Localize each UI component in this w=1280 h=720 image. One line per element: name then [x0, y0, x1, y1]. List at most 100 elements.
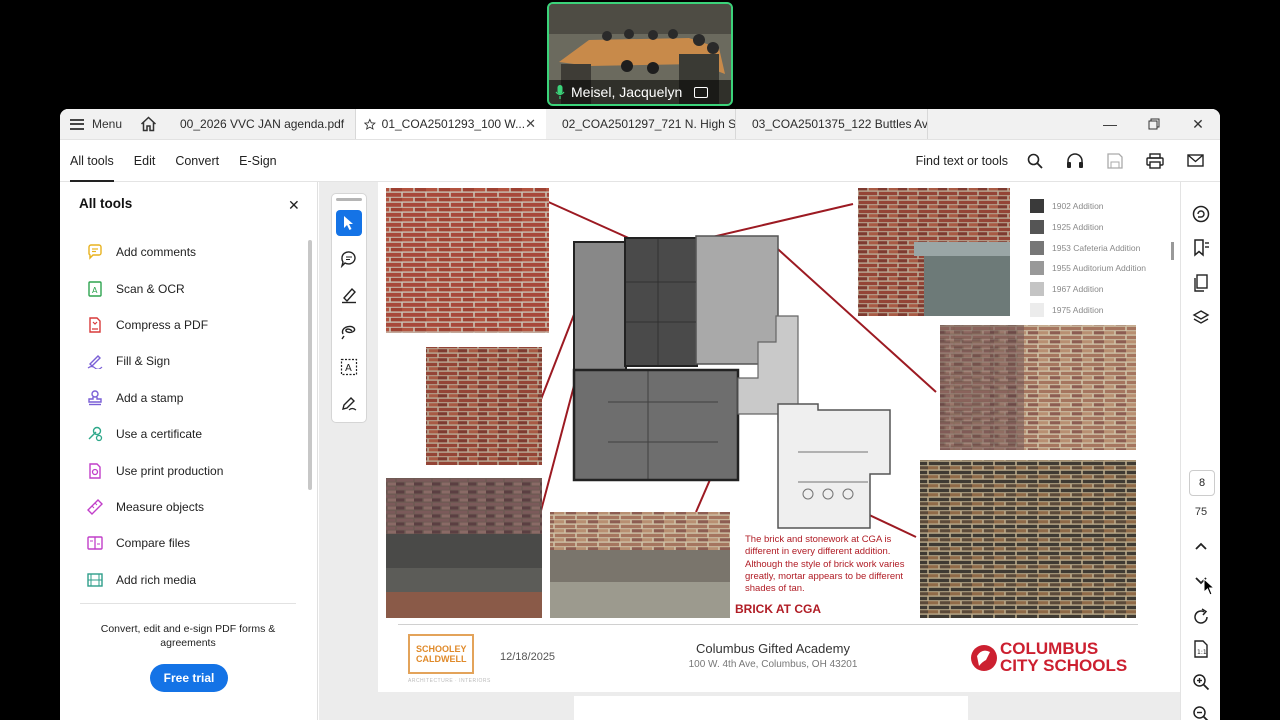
close-panel-icon[interactable]: ✕: [288, 197, 300, 214]
tool-compress-pdf[interactable]: Compress a PDF: [86, 307, 306, 343]
brick-photo-1902: [386, 188, 549, 333]
home-button[interactable]: [132, 109, 164, 139]
rich-media-icon: [86, 571, 104, 589]
find-text-button[interactable]: Find text or tools: [916, 154, 1008, 168]
toolbar-edit[interactable]: Edit: [124, 140, 166, 182]
text-box-icon: A: [340, 358, 358, 376]
stamp-icon: [86, 389, 104, 407]
minimize-icon[interactable]: —: [1088, 116, 1132, 132]
svg-text:A: A: [92, 286, 98, 295]
tab-close-icon[interactable]: ✕: [525, 116, 536, 132]
toolbar-esign[interactable]: E-Sign: [229, 140, 287, 182]
page-thumbnails-icon[interactable]: [1191, 273, 1211, 293]
comment-add-icon: [340, 251, 356, 268]
save-icon[interactable]: [1098, 146, 1132, 176]
free-trial-button[interactable]: Free trial: [150, 664, 228, 692]
pdf-page: 1902 Addition 1925 Addition 1953 Cafeter…: [378, 182, 1180, 692]
main-toolbar: All tools Edit Convert E-Sign Find text …: [60, 140, 1220, 182]
print-icon[interactable]: [1138, 146, 1172, 176]
panel-scrollbar[interactable]: [308, 240, 312, 490]
firm-subtitle: ARCHITECTURE · INTERIORS: [408, 678, 491, 684]
select-tool-button[interactable]: [336, 210, 362, 236]
legend-item: 1925 Addition: [1030, 217, 1170, 238]
tool-fill-sign[interactable]: Fill & Sign: [86, 343, 306, 379]
bookmark-icon[interactable]: [1191, 238, 1211, 258]
tab-agenda[interactable]: 00_2026 VVC JAN agenda.pdf: [164, 109, 356, 139]
drag-handle[interactable]: [336, 198, 362, 201]
highlighter-icon: [342, 287, 356, 304]
tool-scan-ocr[interactable]: A Scan & OCR: [86, 270, 306, 306]
school-name: Columbus Gifted Academy: [696, 641, 850, 656]
toolbar-all-tools[interactable]: All tools: [60, 140, 124, 182]
participant-name: Meisel, Jacquelyn: [571, 84, 683, 100]
tool-add-rich-media[interactable]: Add rich media: [86, 562, 306, 598]
read-aloud-icon[interactable]: [1058, 146, 1092, 176]
floor-plan: [572, 235, 891, 529]
total-pages: 75: [1194, 506, 1208, 518]
current-page-input[interactable]: 8: [1189, 470, 1215, 496]
text-recognition-tool-button[interactable]: A: [336, 354, 362, 380]
close-window-icon[interactable]: ✕: [1176, 116, 1220, 133]
legend-scroll-mark: [1171, 242, 1174, 260]
video-participant-tile[interactable]: Meisel, Jacquelyn: [547, 2, 733, 106]
tab-coa2501297[interactable]: 02_COA2501297_721 N. High St...: [546, 109, 736, 139]
comment-icon: [86, 243, 104, 261]
highlight-tool-button[interactable]: [336, 282, 362, 308]
mic-icon: [555, 85, 565, 99]
tab-label: 01_COA2501293_100 W...: [381, 117, 526, 131]
comments-panel-icon[interactable]: [1191, 204, 1211, 224]
quick-tools-bar: A: [331, 193, 367, 423]
tool-label: Measure objects: [116, 499, 205, 514]
school-address: 100 W. 4th Ave, Columbus, OH 43201: [688, 659, 858, 670]
star-icon[interactable]: [364, 117, 376, 132]
tab-coa2501375[interactable]: 03_COA2501375_122 Buttles Av...: [736, 109, 928, 139]
cursor-arrow-icon: [344, 216, 353, 230]
tool-add-stamp[interactable]: Add a stamp: [86, 380, 306, 416]
divider: [80, 603, 296, 604]
tab-coa2501293[interactable]: 01_COA2501293_100 W... ✕: [356, 109, 546, 139]
email-icon[interactable]: [1178, 146, 1212, 176]
tool-print-production[interactable]: Use print production: [86, 452, 306, 488]
menu-label: Menu: [91, 117, 122, 131]
tool-measure-objects[interactable]: Measure objects: [86, 489, 306, 525]
mouse-cursor-icon: [1203, 578, 1215, 596]
legend-item: 1902 Addition: [1030, 196, 1170, 217]
tool-label: Use print production: [116, 463, 224, 478]
previous-page-icon[interactable]: [1191, 536, 1211, 556]
compare-icon: [86, 534, 104, 552]
tool-compare-files[interactable]: Compare files: [86, 525, 306, 561]
toolbar-right: Find text or tools: [916, 146, 1220, 176]
tool-label: Use a certificate: [116, 427, 203, 442]
add-comment-tool-button[interactable]: [336, 246, 362, 272]
print-production-icon: [86, 462, 104, 480]
stone-photo-1955: [550, 512, 730, 618]
layers-icon[interactable]: [1191, 308, 1211, 328]
fit-page-icon[interactable]: 1:1: [1191, 639, 1211, 659]
zoom-out-icon[interactable]: [1191, 704, 1211, 720]
tab-label: 00_2026 VVC JAN agenda.pdf: [180, 117, 345, 131]
menu-button[interactable]: Menu: [60, 109, 132, 139]
restore-icon[interactable]: [1132, 118, 1176, 130]
tool-use-certificate[interactable]: Use a certificate: [86, 416, 306, 452]
zoom-in-icon[interactable]: [1191, 672, 1211, 692]
document-date: 12/18/2025: [500, 651, 556, 663]
scan-icon: A: [86, 280, 104, 298]
screen: Meisel, Jacquelyn Menu 00_2026 VVC JAN a…: [0, 0, 1280, 720]
brick-photo-1967: [858, 188, 1010, 316]
fill-sign-tool-button[interactable]: [336, 390, 362, 416]
toolbar-convert[interactable]: Convert: [165, 140, 229, 182]
window-controls: — ✕: [1088, 109, 1220, 139]
tools-list: Add comments A Scan & OCR Compress a PDF…: [86, 234, 306, 598]
search-icon[interactable]: [1018, 146, 1052, 176]
brick-caption: The brick and stonework at CGA is differ…: [745, 534, 905, 595]
svg-text:1:1: 1:1: [1197, 649, 1207, 656]
title-bar: Menu 00_2026 VVC JAN agenda.pdf 01_COA25…: [60, 109, 1220, 140]
hamburger-icon: [70, 118, 84, 130]
tool-label: Scan & OCR: [116, 281, 185, 296]
tool-add-comments[interactable]: Add comments: [86, 234, 306, 270]
brick-photo-mixed: [920, 460, 1136, 618]
next-pdf-page: [574, 696, 968, 720]
toolbar-label: Edit: [133, 153, 156, 168]
rotate-icon[interactable]: [1191, 607, 1211, 627]
draw-tool-button[interactable]: [336, 318, 362, 344]
